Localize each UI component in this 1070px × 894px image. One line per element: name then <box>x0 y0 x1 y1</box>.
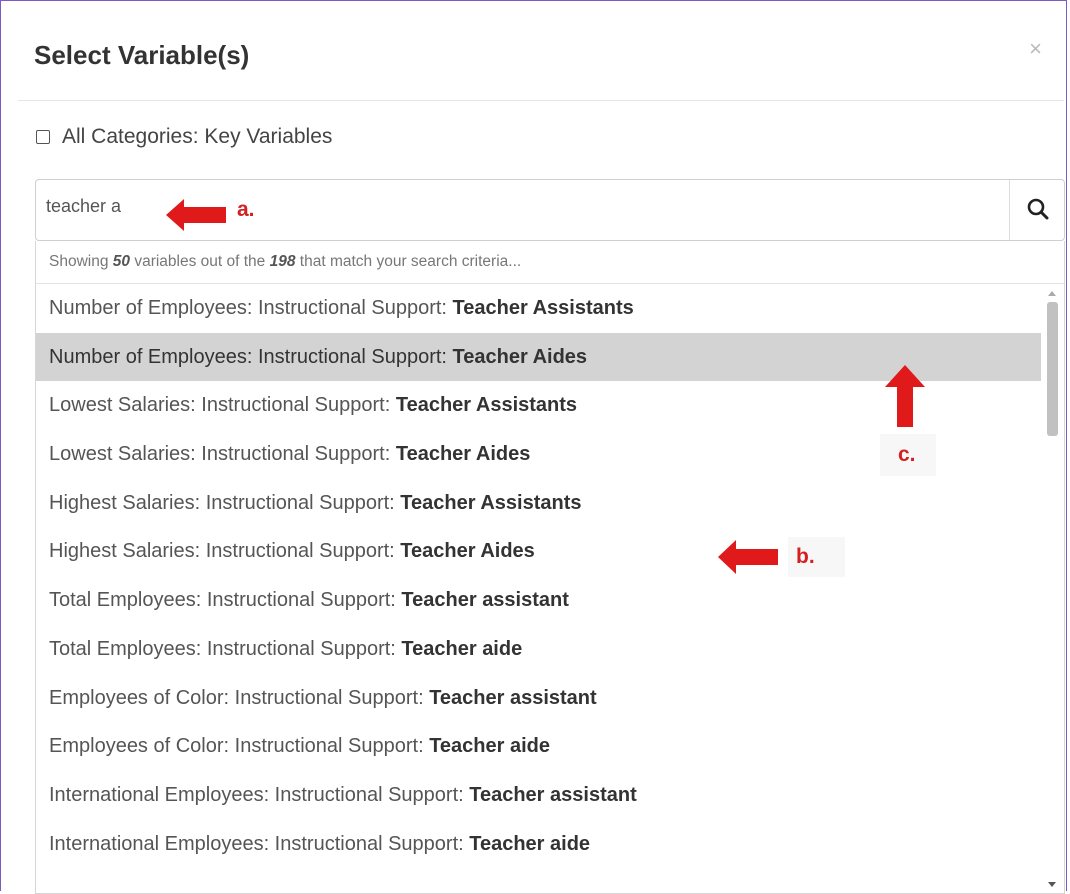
annotation-arrow-b <box>718 540 778 574</box>
scroll-up-icon[interactable] <box>1048 291 1056 296</box>
search-icon <box>1027 198 1049 220</box>
result-item-match: Teacher Assistants <box>452 297 634 319</box>
result-item-label: International Employees: Instructional S… <box>49 832 470 855</box>
scrollbar[interactable] <box>1043 285 1061 891</box>
result-item[interactable]: International Employees: Instructional S… <box>36 771 1064 820</box>
total-count: 198 <box>269 253 296 270</box>
result-item-label: Number of Employees: Instructional Suppo… <box>49 345 453 368</box>
result-item-label: Lowest Salaries: Instructional Support: <box>49 394 396 417</box>
result-item-match: Teacher Assistants <box>400 491 582 514</box>
result-item[interactable]: Employees of Color: Instructional Suppor… <box>36 674 1064 723</box>
scroll-down-icon[interactable] <box>1048 882 1056 887</box>
result-item-label: Highest Salaries: Instructional Support: <box>49 540 401 563</box>
result-item[interactable]: Highest Salaries: Instructional Support:… <box>36 527 1064 576</box>
annotation-arrow-c <box>885 365 925 427</box>
result-item-match: Teacher Assistants <box>395 394 578 417</box>
result-item-label: Total Employees: Instructional Support: <box>49 589 402 612</box>
result-item[interactable]: Number of Employees: Instructional Suppo… <box>36 284 1064 333</box>
result-item-match: Teacher aide <box>401 637 523 660</box>
result-item-match: Teacher assistant <box>401 589 569 612</box>
result-item[interactable]: Employees of Color: Instructional Suppor… <box>36 722 1064 771</box>
close-icon[interactable]: × <box>1029 38 1042 60</box>
result-item-match: Teacher Aides <box>400 540 535 563</box>
result-item-match: Teacher assistant <box>469 783 637 806</box>
modal-header: Select Variable(s) × <box>18 0 1064 101</box>
shown-count: 50 <box>112 253 131 270</box>
result-item-label: International Employees: Instructional S… <box>49 783 470 806</box>
result-item-label: Lowest Salaries: Instructional Support: <box>49 443 396 466</box>
result-item-match: Teacher assistant <box>429 686 597 709</box>
result-item-match: Teacher Aides <box>452 345 588 368</box>
result-item[interactable]: Total Employees: Instructional Support: … <box>36 576 1064 625</box>
result-item-label: Employees of Color: Instructional Suppor… <box>49 686 430 709</box>
result-count: Showing 50 variables out of the 198 that… <box>36 241 1064 284</box>
key-variables-option[interactable]: All Categories: Key Variables <box>36 125 332 149</box>
result-item[interactable]: Total Employees: Instructional Support: … <box>36 625 1064 674</box>
result-item-label: Total Employees: Instructional Support: <box>49 637 402 660</box>
key-variables-label: All Categories: Key Variables <box>62 125 333 148</box>
annotation-label-b: b. <box>788 537 845 577</box>
results-dropdown: Showing 50 variables out of the 198 that… <box>35 241 1065 894</box>
key-variables-checkbox[interactable] <box>36 130 50 144</box>
scroll-thumb[interactable] <box>1047 302 1058 436</box>
result-item-match: Teacher aide <box>429 735 550 758</box>
annotation-label-c: c. <box>880 434 936 476</box>
result-item-label: Number of Employees: Instructional Suppo… <box>49 297 453 319</box>
result-item-match: Teacher aide <box>469 832 591 855</box>
result-item[interactable]: Highest Salaries: Instructional Support:… <box>36 479 1064 528</box>
result-item-match: Teacher Aides <box>395 443 531 466</box>
result-item-label: Employees of Color: Instructional Suppor… <box>49 735 430 758</box>
modal-title: Select Variable(s) <box>34 40 250 70</box>
result-item-label: Highest Salaries: Instructional Support: <box>49 491 401 514</box>
annotation-label-a: a. <box>237 198 255 221</box>
result-item[interactable]: International Employees: Instructional S… <box>36 820 1064 869</box>
annotation-arrow-a <box>166 199 226 231</box>
search-button[interactable] <box>1010 180 1065 240</box>
